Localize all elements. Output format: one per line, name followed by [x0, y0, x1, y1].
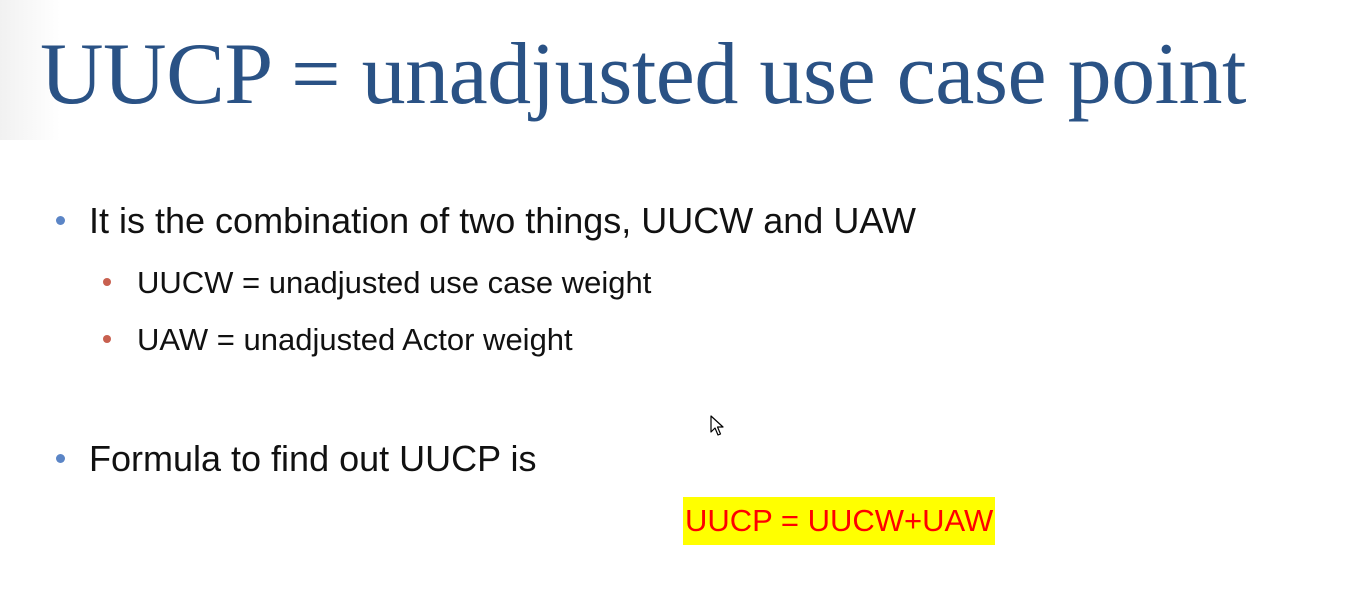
mouse-pointer-icon	[710, 415, 724, 436]
bullet-item: It is the combination of two things, UUC…	[56, 200, 916, 242]
bullet-text: Formula to find out UUCP is	[89, 438, 537, 479]
sub-bullet-item: UUCW = unadjusted use case weight	[103, 265, 651, 301]
bullet-text: It is the combination of two things, UUC…	[89, 200, 916, 241]
sub-bullet-item: UAW = unadjusted Actor weight	[103, 322, 573, 358]
slide: UUCP = unadjusted use case point It is t…	[0, 0, 1354, 603]
sub-bullet-text: UUCW = unadjusted use case weight	[137, 265, 652, 300]
bullet-item: Formula to find out UUCP is	[56, 438, 537, 480]
bullet-dot-icon	[56, 216, 65, 225]
slide-title: UUCP = unadjusted use case point	[40, 26, 1247, 123]
sub-bullet-text: UAW = unadjusted Actor weight	[137, 322, 573, 357]
sub-bullet-dot-icon	[103, 335, 111, 343]
formula-highlight: UUCP = UUCW+UAW	[683, 497, 996, 545]
bullet-dot-icon	[56, 454, 65, 463]
sub-bullet-dot-icon	[103, 278, 111, 286]
